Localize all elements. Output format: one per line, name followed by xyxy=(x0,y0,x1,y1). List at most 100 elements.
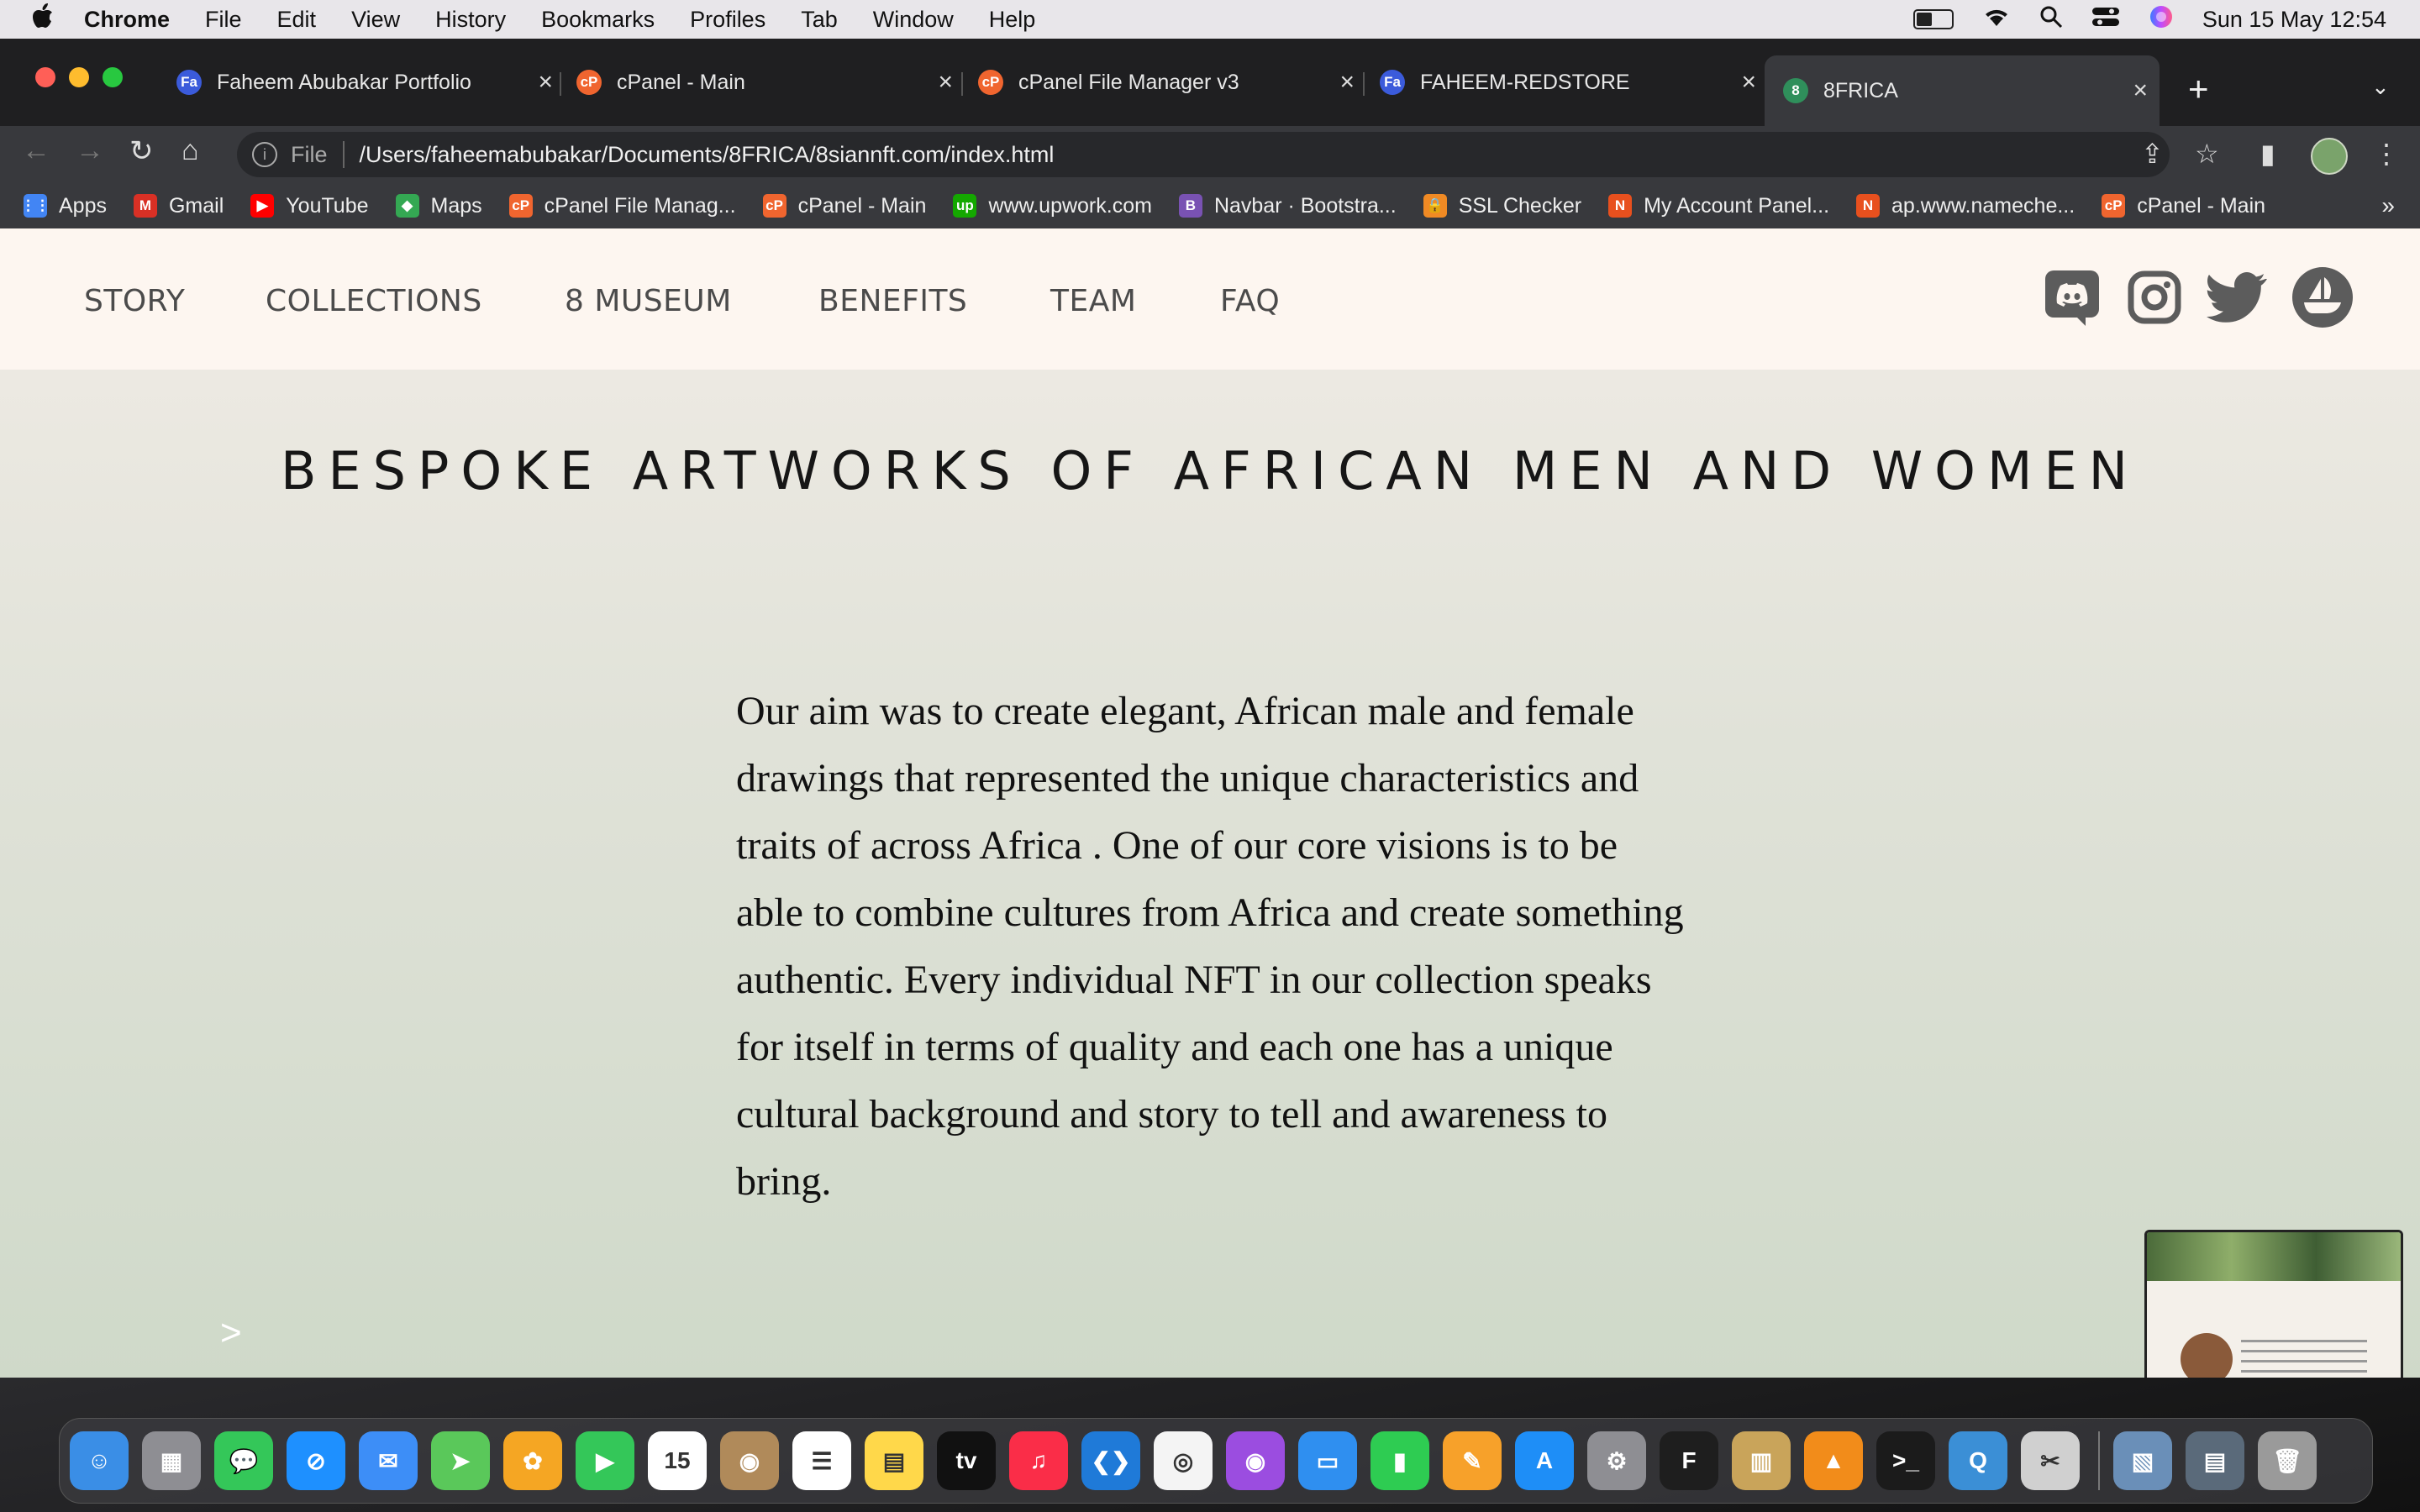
back-button[interactable]: ← xyxy=(22,134,50,167)
tab-close-icon[interactable]: × xyxy=(1339,68,1355,97)
bookmark-item[interactable]: cP cPanel File Manag... xyxy=(508,194,736,218)
system-preferences-icon[interactable]: ⚙ xyxy=(1587,1431,1646,1490)
screenshot-preview-thumbnail[interactable] xyxy=(2144,1230,2403,1394)
appstore-icon[interactable]: A xyxy=(1515,1431,1574,1490)
bookmark-item[interactable]: B Navbar · Bootstra... xyxy=(1178,194,1397,218)
tab-faheem-portfolio[interactable]: Fa Faheem Abubakar Portfolio × xyxy=(176,55,553,109)
close-window-button[interactable] xyxy=(35,67,55,87)
downloads-stack-icon[interactable]: ▤ xyxy=(2186,1431,2244,1490)
siri-icon[interactable] xyxy=(2149,4,2174,35)
apple-menu-icon[interactable] xyxy=(32,3,54,35)
carousel-next-arrow[interactable]: > xyxy=(220,1312,242,1354)
bookmark-item[interactable]: cP cPanel - Main xyxy=(762,194,926,218)
nav-link-story[interactable]: STORY xyxy=(84,284,185,318)
forward-button[interactable]: → xyxy=(76,134,104,167)
address-bar[interactable]: i File /Users/faheemabubakar/Documents/8… xyxy=(237,132,2170,177)
tab-close-icon[interactable]: × xyxy=(938,68,953,97)
messages-icon[interactable]: 💬 xyxy=(214,1431,273,1490)
reminders-icon[interactable]: ☰ xyxy=(792,1431,851,1490)
side-panel-icon[interactable]: ▮ xyxy=(2260,138,2275,170)
url-text[interactable]: /Users/faheemabubakar/Documents/8FRICA/8… xyxy=(360,142,1055,168)
control-center-icon[interactable] xyxy=(2091,6,2120,34)
tab-search-chevron-icon[interactable]: ⌄ xyxy=(2371,74,2390,100)
instagram-icon[interactable] xyxy=(2124,267,2185,328)
spotlight-search-icon[interactable] xyxy=(2039,5,2063,34)
bookmark-item[interactable]: ⋮⋮ Apps xyxy=(21,194,107,218)
chrome-menu-icon[interactable]: ⋮ xyxy=(2373,138,2400,170)
bookmark-item[interactable]: ▶ YouTube xyxy=(250,194,369,218)
nav-link-collections[interactable]: COLLECTIONS xyxy=(266,284,482,318)
tab-close-icon[interactable]: × xyxy=(1741,68,1756,97)
podcasts-icon[interactable]: ◉ xyxy=(1226,1431,1285,1490)
tab-8frica[interactable]: 8 8FRICA × xyxy=(1765,55,2160,126)
new-tab-button[interactable]: + xyxy=(2188,69,2209,109)
battery-icon[interactable] xyxy=(1912,9,1954,29)
zoom-window-button[interactable] xyxy=(103,67,123,87)
menubar-clock[interactable]: Sun 15 May 12:54 xyxy=(2202,7,2386,33)
bookmark-item[interactable]: Nap.www.nameche... xyxy=(1856,194,2075,218)
mail-icon[interactable]: ✉ xyxy=(359,1431,418,1490)
vlc-icon[interactable]: ▲ xyxy=(1804,1431,1863,1490)
profile-avatar[interactable] xyxy=(2311,138,2348,175)
calendar-icon[interactable]: 15 xyxy=(648,1431,707,1490)
nav-link-team[interactable]: TEAM xyxy=(1050,284,1136,318)
twitter-icon[interactable] xyxy=(2207,267,2267,328)
facetime-icon[interactable]: ▶ xyxy=(576,1431,634,1490)
contacts-icon[interactable]: ◉ xyxy=(720,1431,779,1490)
trash-icon[interactable]: 🗑 xyxy=(2258,1431,2317,1490)
preview-icon[interactable]: ▧ xyxy=(2113,1431,2172,1490)
menu-view[interactable]: View xyxy=(351,7,400,33)
menu-history[interactable]: History xyxy=(435,7,506,33)
archive-utility-icon[interactable]: ▥ xyxy=(1732,1431,1791,1490)
appletv-icon[interactable]: tv xyxy=(937,1431,996,1490)
photos-icon[interactable]: ✿ xyxy=(503,1431,562,1490)
bookmark-item[interactable]: N My Account Panel... xyxy=(1608,194,1829,218)
safari-icon[interactable]: ⊘ xyxy=(287,1431,345,1490)
discord-icon[interactable] xyxy=(2042,267,2102,328)
site-info-icon[interactable]: i xyxy=(252,142,277,167)
bookmark-star-icon[interactable]: ☆ xyxy=(2195,138,2219,170)
menu-profiles[interactable]: Profiles xyxy=(690,7,765,33)
keynote-icon[interactable]: ▭ xyxy=(1298,1431,1357,1490)
screenshot-icon[interactable]: ✂ xyxy=(2021,1431,2080,1490)
figma-icon[interactable]: F xyxy=(1660,1431,1718,1490)
tab-close-icon[interactable]: × xyxy=(538,68,553,97)
terminal-icon[interactable]: >_ xyxy=(1876,1431,1935,1490)
menu-file[interactable]: File xyxy=(205,7,242,33)
vscode-icon[interactable]: ❮❯ xyxy=(1081,1431,1140,1490)
opensea-icon[interactable] xyxy=(2292,267,2353,328)
menu-help[interactable]: Help xyxy=(989,7,1036,33)
home-button[interactable]: ⌂ xyxy=(182,134,199,167)
quicktime-icon[interactable]: Q xyxy=(1949,1431,2007,1490)
reload-button[interactable]: ↻ xyxy=(129,134,154,168)
music-icon[interactable]: ♫ xyxy=(1009,1431,1068,1490)
minimize-window-button[interactable] xyxy=(69,67,89,87)
bookmark-item[interactable]: cP cPanel - Main xyxy=(2102,194,2265,218)
menu-window[interactable]: Window xyxy=(873,7,954,33)
tab-cpanel-file-manager[interactable]: cP cPanel File Manager v3 × xyxy=(978,55,1355,109)
numbers-icon[interactable]: ▮ xyxy=(1370,1431,1429,1490)
bookmark-item[interactable]: 🔒 SSL Checker xyxy=(1423,194,1581,218)
more-bookmarks-icon[interactable]: » xyxy=(2381,192,2395,219)
menu-bookmarks[interactable]: Bookmarks xyxy=(541,7,655,33)
tab-faheem-redstore[interactable]: Fa FAHEEM-REDSTORE × xyxy=(1380,55,1756,109)
menu-tab[interactable]: Tab xyxy=(801,7,838,33)
bookmark-item[interactable]: ◆ Maps xyxy=(395,194,482,218)
maps-icon[interactable]: ➤ xyxy=(431,1431,490,1490)
menu-edit[interactable]: Edit xyxy=(277,7,317,33)
wifi-icon[interactable] xyxy=(1982,6,2011,34)
bookmark-item[interactable]: up www.upwork.com xyxy=(953,194,1152,218)
launchpad-icon[interactable]: ▦ xyxy=(142,1431,201,1490)
chrome-icon[interactable]: ◎ xyxy=(1154,1431,1213,1490)
finder-icon[interactable]: ☺ xyxy=(70,1431,129,1490)
bookmark-item[interactable]: M Gmail xyxy=(133,194,224,218)
tab-cpanel-main[interactable]: cP cPanel - Main × xyxy=(576,55,953,109)
nav-link-8-museum[interactable]: 8 MUSEUM xyxy=(565,284,732,318)
pages-icon[interactable]: ✎ xyxy=(1443,1431,1502,1490)
share-icon[interactable]: ⇪ xyxy=(2141,138,2164,170)
nav-link-faq[interactable]: FAQ xyxy=(1220,284,1280,318)
nav-link-benefits[interactable]: BENEFITS xyxy=(818,284,967,318)
notes-icon[interactable]: ▤ xyxy=(865,1431,923,1490)
menu-chrome[interactable]: Chrome xyxy=(84,7,170,33)
tab-close-icon[interactable]: × xyxy=(2133,76,2148,105)
